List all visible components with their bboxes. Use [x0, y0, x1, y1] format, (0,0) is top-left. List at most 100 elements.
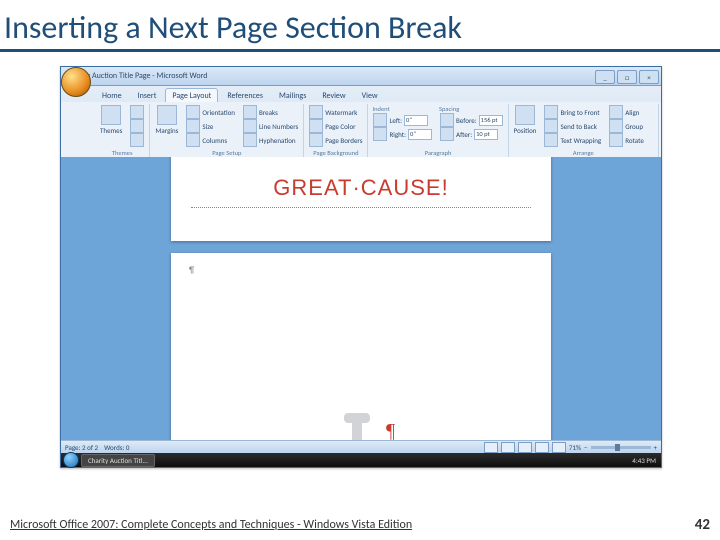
system-tray[interactable]: 4:43 PM: [632, 456, 659, 465]
spacing-before-icon: [440, 113, 454, 127]
position-icon: [515, 105, 535, 125]
hyphenation-icon: [243, 133, 257, 147]
orientation-button[interactable]: Orientation: [185, 105, 236, 119]
bring-front-icon: [544, 105, 558, 119]
status-page: Page: 2 of 2: [65, 443, 98, 452]
effects-button[interactable]: [129, 133, 145, 147]
minimize-button[interactable]: _: [595, 70, 615, 84]
word-screenshot: Charity Auction Title Page - Microsoft W…: [60, 66, 662, 468]
indent-header: Indent: [372, 105, 433, 113]
indent-left-icon: [373, 113, 387, 127]
colors-icon: [130, 105, 144, 119]
spacing-after[interactable]: After: 10 pt: [439, 127, 504, 141]
columns-icon: [186, 133, 200, 147]
fonts-button[interactable]: [129, 119, 145, 133]
maximize-button[interactable]: □: [617, 70, 637, 84]
send-back-icon: [544, 119, 558, 133]
slide-title: Inserting a Next Page Section Break: [0, 0, 720, 49]
indent-right-icon: [373, 127, 387, 141]
columns-button[interactable]: Columns: [185, 133, 236, 147]
align-icon: [609, 105, 623, 119]
ribbon-tabs: Home Insert Page Layout References Maili…: [61, 86, 661, 102]
group-icon: [609, 119, 623, 133]
zoom-out[interactable]: −: [584, 443, 588, 452]
page-color-icon: [309, 119, 323, 133]
size-button[interactable]: Size: [185, 119, 236, 133]
indent-left[interactable]: Left: 0": [372, 113, 433, 127]
spacing-header: Spacing: [439, 105, 504, 113]
position-button[interactable]: Position: [513, 105, 538, 148]
rotate-button[interactable]: Rotate: [608, 133, 645, 147]
page-color-button[interactable]: Page Color: [308, 119, 363, 133]
view-full-screen[interactable]: [501, 442, 515, 453]
close-button[interactable]: ×: [639, 70, 659, 84]
fonts-icon: [130, 119, 144, 133]
zoom-percent[interactable]: 71%: [569, 443, 581, 452]
office-button[interactable]: [61, 67, 91, 97]
zoom-thumb[interactable]: [615, 444, 620, 451]
tab-review[interactable]: Review: [315, 88, 352, 102]
themes-icon: [101, 105, 121, 125]
themes-button[interactable]: Themes: [99, 105, 123, 148]
size-icon: [186, 119, 200, 133]
title-underline: [0, 49, 720, 52]
zoom-in[interactable]: +: [654, 443, 658, 452]
view-web-layout[interactable]: [518, 442, 532, 453]
footer-caption: Microsoft Office 2007: Complete Concepts…: [10, 518, 412, 532]
slide-footer: Microsoft Office 2007: Complete Concepts…: [0, 510, 720, 540]
rotate-icon: [609, 133, 623, 147]
group-page-setup: Margins Orientation Size Columns Breaks …: [150, 104, 304, 158]
group-page-background: Watermark Page Color Page Borders Page B…: [304, 104, 368, 158]
view-print-layout[interactable]: [484, 442, 498, 453]
taskbar: Charity Auction Titl... 4:43 PM: [61, 453, 661, 467]
document-area[interactable]: GREAT·CAUSE! ¶ ¶: [61, 157, 661, 443]
page-borders-icon: [309, 133, 323, 147]
page-borders-button[interactable]: Page Borders: [308, 133, 363, 147]
line-numbers-button[interactable]: Line Numbers: [242, 119, 299, 133]
zoom-slider[interactable]: [591, 446, 651, 449]
view-draft[interactable]: [552, 442, 566, 453]
watermark-icon: [309, 105, 323, 119]
align-button[interactable]: Align: [608, 105, 645, 119]
line-numbers-icon: [243, 119, 257, 133]
orientation-icon: [186, 105, 200, 119]
taskbar-item[interactable]: Charity Auction Titl...: [81, 454, 155, 467]
effects-icon: [130, 133, 144, 147]
tab-insert[interactable]: Insert: [131, 88, 164, 102]
text-wrap-icon: [544, 133, 558, 147]
send-back-button[interactable]: Send to Back: [543, 119, 602, 133]
group-button[interactable]: Group: [608, 119, 645, 133]
tab-page-layout[interactable]: Page Layout: [165, 88, 218, 102]
ribbon-body: Themes Themes Margins Orientation: [61, 102, 661, 158]
spacing-after-icon: [440, 127, 454, 141]
indent-right[interactable]: Right: 0": [372, 127, 433, 141]
margins-icon: [157, 105, 177, 125]
group-arrange: Position Bring to Front Send to Back Tex…: [509, 104, 659, 158]
bring-front-button[interactable]: Bring to Front: [543, 105, 602, 119]
spacing-before[interactable]: Before: 156 pt: [439, 113, 504, 127]
tab-view[interactable]: View: [355, 88, 385, 102]
watermark-button[interactable]: Watermark: [308, 105, 363, 119]
page-1[interactable]: GREAT·CAUSE!: [171, 157, 551, 241]
view-outline[interactable]: [535, 442, 549, 453]
status-bar: Page: 2 of 2 Words: 0 71% − +: [61, 440, 661, 453]
breaks-icon: [243, 105, 257, 119]
margins-button[interactable]: Margins: [154, 105, 179, 148]
status-words: Words: 0: [104, 443, 129, 452]
start-button[interactable]: [63, 452, 79, 468]
colors-button[interactable]: [129, 105, 145, 119]
hyphenation-button[interactable]: Hyphenation: [242, 133, 299, 147]
text-wrap-button[interactable]: Text Wrapping: [543, 133, 602, 147]
page-2[interactable]: ¶ ¶: [171, 253, 551, 443]
gavel-watermark: [326, 411, 386, 443]
group-themes: Themes Themes: [95, 104, 150, 158]
breaks-button[interactable]: Breaks: [242, 105, 299, 119]
tab-mailings[interactable]: Mailings: [272, 88, 313, 102]
tab-references[interactable]: References: [220, 88, 270, 102]
document-headline: GREAT·CAUSE!: [189, 175, 533, 201]
slide-number: 42: [695, 516, 710, 534]
tab-home[interactable]: Home: [95, 88, 129, 102]
paragraph-mark: ¶: [189, 265, 194, 276]
section-break-line: [191, 207, 531, 208]
group-paragraph: Indent Left: 0" Right: 0" Spacing Before…: [368, 104, 508, 158]
